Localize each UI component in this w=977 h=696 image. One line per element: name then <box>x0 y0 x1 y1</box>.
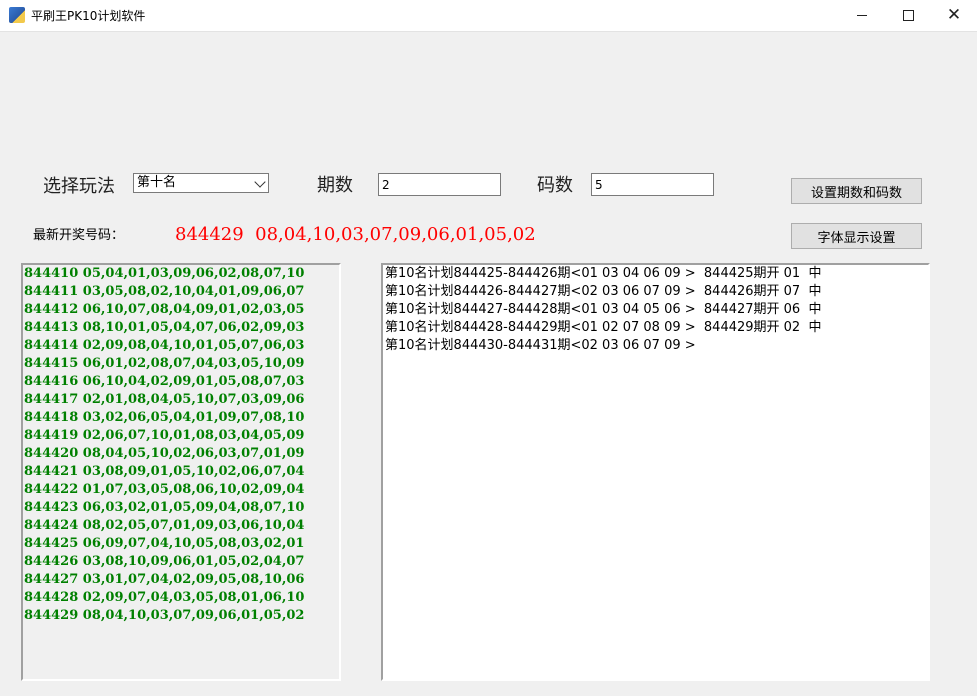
list-item: 844411 03,05,08,02,10,04,01,09,06,07 <box>24 284 305 299</box>
list-item: 第10名计划844425-844426期<01 03 04 06 09 > 84… <box>385 266 822 281</box>
list-item: 第10名计划844427-844428期<01 03 04 05 06 > 84… <box>385 302 822 317</box>
list-item: 844415 06,01,02,08,07,04,03,05,10,09 <box>24 356 305 371</box>
list-item: 844418 03,02,06,05,04,01,09,07,08,10 <box>24 410 305 425</box>
list-item: 844413 08,10,01,05,04,07,06,02,09,03 <box>24 320 305 335</box>
list-item: 844421 03,08,09,01,05,10,02,06,07,04 <box>24 464 305 479</box>
list-item: 844412 06,10,07,08,04,09,01,02,03,05 <box>24 302 305 317</box>
plan-list[interactable]: 第10名计划844425-844426期<01 03 04 06 09 > 84… <box>381 263 930 681</box>
list-item: 844426 03,08,10,09,06,01,05,02,04,07 <box>24 554 305 569</box>
list-item: 第10名计划844426-844427期<02 03 06 07 09 > 84… <box>385 284 822 299</box>
list-item: 844428 02,09,07,04,03,05,08,01,06,10 <box>24 590 305 605</box>
app-icon <box>9 7 25 23</box>
codes-input[interactable] <box>591 173 714 196</box>
list-item: 844423 06,03,02,01,05,09,04,08,07,10 <box>24 500 305 515</box>
maximize-icon <box>902 10 914 21</box>
list-item: 844427 03,01,07,04,02,09,05,08,10,06 <box>24 572 305 587</box>
close-icon: ✕ <box>946 5 962 25</box>
close-button[interactable]: ✕ <box>931 0 977 31</box>
codes-label: 码数 <box>537 175 573 196</box>
list-item: 844410 05,04,01,03,09,06,02,08,07,10 <box>24 266 305 281</box>
font-settings-button[interactable]: 字体显示设置 <box>791 223 922 249</box>
history-list[interactable]: 844410 05,04,01,03,09,06,02,08,07,10 844… <box>21 263 341 681</box>
maximize-button[interactable] <box>885 0 931 31</box>
title-bar: 平刷王PK10计划软件 ✕ <box>0 0 977 32</box>
list-item: 844424 08,02,05,07,01,09,03,06,10,04 <box>24 518 305 533</box>
play-select-value: 第十名 <box>137 175 177 190</box>
list-item: 844422 01,07,03,05,08,06,10,02,09,04 <box>24 482 305 497</box>
list-item: 844419 02,06,07,10,01,08,03,04,05,09 <box>24 428 305 443</box>
play-label: 选择玩法 <box>43 176 115 197</box>
list-item: 844429 08,04,10,03,07,09,06,01,05,02 <box>24 608 305 623</box>
chevron-down-icon <box>254 176 266 188</box>
minimize-button[interactable] <box>839 0 885 31</box>
list-item: 844416 06,10,04,02,09,01,05,08,07,03 <box>24 374 305 389</box>
periods-label: 期数 <box>317 175 353 196</box>
list-item: 第10名计划844428-844429期<01 02 07 08 09 > 84… <box>385 320 822 335</box>
set-periods-codes-button[interactable]: 设置期数和码数 <box>791 178 922 204</box>
list-item: 844420 08,04,05,10,02,06,03,07,01,09 <box>24 446 305 461</box>
latest-draw-value: 844429 08,04,10,03,07,09,06,01,05,02 <box>175 224 536 245</box>
periods-input[interactable] <box>378 173 501 196</box>
list-item: 844417 02,01,08,04,05,10,07,03,09,06 <box>24 392 305 407</box>
minimize-icon <box>857 15 867 16</box>
latest-draw-label: 最新开奖号码： <box>33 228 125 243</box>
list-item: 844414 02,09,08,04,10,01,05,07,06,03 <box>24 338 305 353</box>
list-item: 第10名计划844430-844431期<02 03 06 07 09 > <box>385 338 696 353</box>
list-item: 844425 06,09,07,04,10,05,08,03,02,01 <box>24 536 305 551</box>
play-select[interactable]: 第十名 <box>133 173 269 193</box>
window-title: 平刷王PK10计划软件 <box>31 9 146 23</box>
